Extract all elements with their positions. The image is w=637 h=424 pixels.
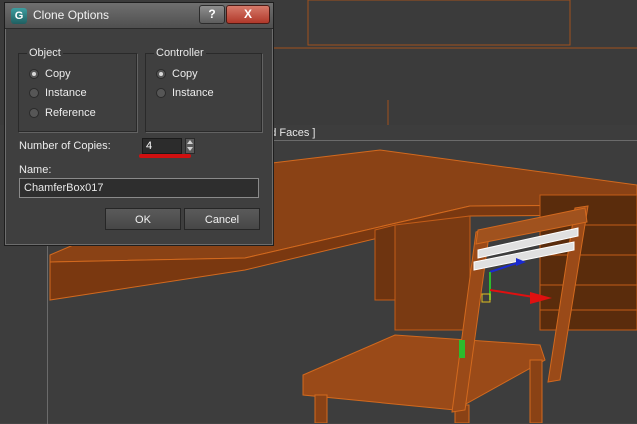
object-copy-label: Copy bbox=[45, 68, 71, 80]
spin-down-icon[interactable] bbox=[187, 147, 193, 151]
cancel-button[interactable]: Cancel bbox=[184, 208, 260, 230]
radio-button[interactable] bbox=[29, 88, 39, 98]
app-logo-icon: G bbox=[11, 8, 27, 24]
radio-button[interactable] bbox=[29, 108, 39, 118]
controller-copy-radio[interactable]: Copy bbox=[156, 68, 198, 80]
radio-button[interactable] bbox=[156, 88, 166, 98]
controller-instance-label: Instance bbox=[172, 87, 214, 99]
radio-button-checked[interactable] bbox=[29, 69, 39, 79]
ok-button[interactable]: OK bbox=[105, 208, 181, 230]
top-object-outline bbox=[307, 0, 571, 46]
dialog-titlebar[interactable]: G Clone Options ? X bbox=[5, 3, 273, 29]
name-label: Name: bbox=[19, 164, 52, 176]
help-icon[interactable]: ? bbox=[199, 5, 225, 24]
copies-label: Number of Copies: bbox=[19, 140, 111, 152]
object-copy-radio[interactable]: Copy bbox=[29, 68, 71, 80]
object-group: Object Copy Instance Reference bbox=[18, 47, 137, 132]
copies-input[interactable] bbox=[142, 138, 182, 154]
dialog-title: Clone Options bbox=[33, 8, 110, 22]
controller-group: Controller Copy Instance bbox=[145, 47, 262, 132]
object-instance-label: Instance bbox=[45, 87, 87, 99]
clone-options-dialog[interactable]: G Clone Options ? X Object Copy Instance… bbox=[4, 2, 274, 246]
object-reference-label: Reference bbox=[45, 107, 96, 119]
close-icon[interactable]: X bbox=[226, 5, 270, 24]
copies-spinner[interactable] bbox=[185, 138, 195, 154]
radio-button-checked[interactable] bbox=[156, 69, 166, 79]
object-reference-radio[interactable]: Reference bbox=[29, 107, 96, 119]
controller-instance-radio[interactable]: Instance bbox=[156, 87, 214, 99]
object-group-label: Object bbox=[27, 47, 63, 59]
controller-group-label: Controller bbox=[154, 47, 206, 59]
object-instance-radio[interactable]: Instance bbox=[29, 87, 87, 99]
highlight-underline bbox=[139, 154, 191, 158]
spin-up-icon[interactable] bbox=[187, 140, 193, 144]
controller-copy-label: Copy bbox=[172, 68, 198, 80]
name-input[interactable] bbox=[19, 178, 259, 198]
